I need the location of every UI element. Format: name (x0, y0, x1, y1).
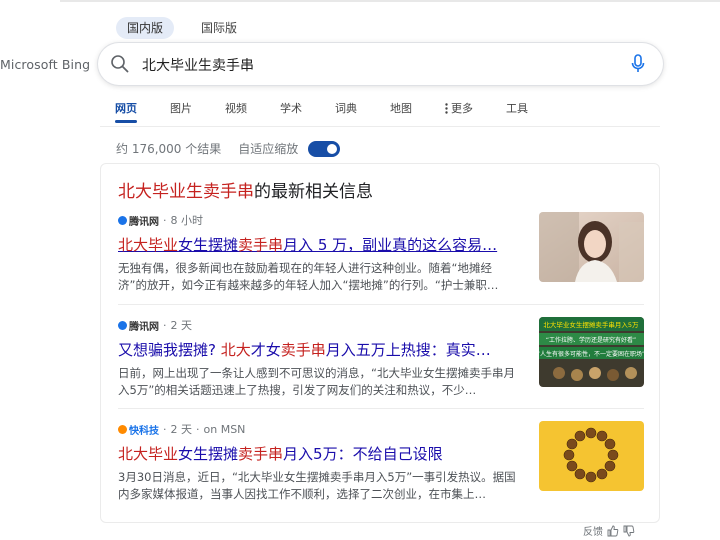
dot-separator: · (196, 422, 200, 436)
nav-academic-label: 学术 (280, 102, 302, 115)
headline-text: 月入五万上热搜：真实… (325, 341, 491, 359)
nav-dictionary-label: 词典 (335, 102, 357, 115)
item-divider (118, 408, 644, 409)
nav-tools[interactable]: 工具 (506, 98, 528, 118)
results-count: 约 176,000 个结果 (116, 142, 222, 156)
feedback: 反馈 (583, 523, 635, 538)
feedback-label[interactable]: 反馈 (583, 523, 603, 538)
tencent-logo-icon (118, 320, 127, 330)
top-divider (60, 0, 720, 2)
toggle-knob (327, 143, 338, 154)
news-item: 腾讯网 · 2 天 又想骗我摆摊? 北大才女卖手串月入五万上热搜：真实… 日前，… (118, 317, 644, 399)
adaptive-zoom-toggle[interactable] (308, 140, 341, 157)
region-tabs: 国内版 国际版 (116, 17, 248, 39)
news-thumbnail[interactable] (539, 421, 644, 491)
nav-divider (100, 126, 660, 127)
news-snippet: 日前，网上出现了一条让人感到不可思议的消息，“北大毕业女生摆摊卖手串月入5万”的… (118, 366, 515, 397)
news-thumbnail[interactable]: 北大毕业女生摆摊卖手串月入5万 “工作拉胯、学历还是研究有好看” “人生有很多可… (539, 317, 644, 387)
headline-highlight: 北大毕业 (118, 236, 179, 254)
headline-text: 女生摆摊 (178, 236, 239, 254)
source-name: 腾讯网 (129, 216, 159, 228)
headline-highlight: 北大毕业 (118, 445, 179, 463)
nav-tools-label: 工具 (506, 102, 528, 115)
headline-highlight: 北大 (220, 341, 251, 359)
results-meta: 约 176,000 个结果 自适应缩放 (116, 140, 341, 157)
tencent-logo: 腾讯网 (118, 318, 159, 333)
tab-domestic[interactable]: 国内版 (116, 17, 175, 39)
nav-web-label: 网页 (115, 102, 137, 115)
search-box[interactable]: 北大毕业生卖手串 (98, 43, 663, 85)
nav-academic[interactable]: 学术 (280, 98, 302, 118)
nav-maps[interactable]: 地图 (390, 98, 412, 118)
headline-highlight: 卖手串 (280, 341, 326, 359)
nav-images[interactable]: 图片 (170, 98, 192, 118)
news-age: 2 天 (170, 423, 193, 436)
item-divider (118, 304, 644, 305)
kuaikeji-logo-icon (118, 424, 127, 434)
card-title[interactable]: 北大毕业生卖手串的最新相关信息 (118, 177, 373, 202)
source-name: 腾讯网 (129, 321, 159, 333)
kuaikeji-logo: 快科技 (118, 422, 159, 437)
news-headline-link[interactable]: 又想骗我摆摊? 北大才女卖手串月入五万上热搜：真实… (118, 339, 518, 360)
headline-highlight: 卖手串 (238, 236, 284, 254)
nav-web[interactable]: 网页 (115, 98, 137, 123)
news-headline-link[interactable]: 北大毕业女生摆摊卖手串月入 5 万，副业真的这么容易… (118, 234, 518, 255)
microphone-icon[interactable] (630, 54, 646, 74)
news-headline-link[interactable]: 北大毕业女生摆摊卖手串月入5万：不给自己设限 (118, 443, 518, 464)
news-thumbnail[interactable] (539, 212, 644, 282)
news-snippet: 3月30日消息，近日，“北大毕业女生摆摊卖手串月入5万”一事引发热议。据国内多家… (118, 470, 516, 501)
adaptive-zoom-label: 自适应缩放 (238, 142, 299, 156)
nav-images-label: 图片 (170, 102, 192, 115)
headline-text: 才女 (250, 341, 281, 359)
search-nav: 网页 图片 视频 学术 词典 地图 更多 工具 (115, 98, 561, 123)
more-vertical-icon (445, 102, 448, 114)
news-via: on MSN (203, 422, 246, 436)
source-name: 快科技 (129, 425, 159, 437)
thumb-caption-2: “工作拉胯、学历还是研究有好看” (546, 336, 636, 344)
nav-more[interactable]: 更多 (445, 98, 473, 118)
tencent-logo: 腾讯网 (118, 213, 159, 228)
thumbs-up-icon[interactable] (607, 525, 619, 537)
nav-videos-label: 视频 (225, 102, 247, 115)
thumbs-down-icon[interactable] (623, 525, 635, 537)
bing-logo[interactable]: Microsoft Bing (0, 57, 90, 72)
search-input[interactable]: 北大毕业生卖手串 (142, 55, 612, 75)
headline-text: 女生摆摊 (178, 445, 239, 463)
headline-text: 又想骗我摆摊? (118, 341, 221, 359)
news-age: 8 小时 (170, 214, 204, 227)
search-icon[interactable] (110, 54, 130, 74)
news-item: 快科技 · 2 天 · on MSN 北大毕业女生摆摊卖手串月入5万：不给自己设… (118, 421, 644, 503)
thumb-caption-3: “人生有很多可能性，不一定要困在职场” (539, 350, 644, 358)
headline-text: 月入5万：不给自己设限 (283, 445, 443, 463)
news-item: 腾讯网 · 8 小时 北大毕业女生摆摊卖手串月入 5 万，副业真的这么容易… 无… (118, 212, 644, 294)
nav-more-label: 更多 (451, 102, 473, 115)
headline-text: 月入 5 万，副业真的这么容易… (283, 236, 498, 254)
nav-maps-label: 地图 (390, 102, 412, 115)
news-age: 2 天 (170, 319, 193, 332)
card-title-highlight: 北大毕业生卖手串 (118, 182, 254, 202)
headline-highlight: 卖手串 (238, 445, 284, 463)
news-card: 北大毕业生卖手串的最新相关信息 腾讯网 · 8 小时 北大毕业女生摆摊卖手串月入… (100, 163, 660, 523)
thumb-caption-1: 北大毕业女生摆摊卖手串月入5万 (543, 320, 639, 329)
nav-videos[interactable]: 视频 (225, 98, 247, 118)
news-snippet: 无独有偶，很多新闻也在鼓励着现在的年轻人进行这种创业。随着“地摊经济”的放开，如… (118, 261, 499, 292)
nav-dictionary[interactable]: 词典 (335, 98, 357, 118)
tab-international[interactable]: 国际版 (190, 17, 248, 39)
dot-separator: · (163, 422, 167, 436)
dot-separator: · (163, 213, 167, 227)
dot-separator: · (163, 318, 167, 332)
tencent-logo-icon (118, 215, 127, 225)
card-title-rest: 的最新相关信息 (254, 182, 373, 202)
